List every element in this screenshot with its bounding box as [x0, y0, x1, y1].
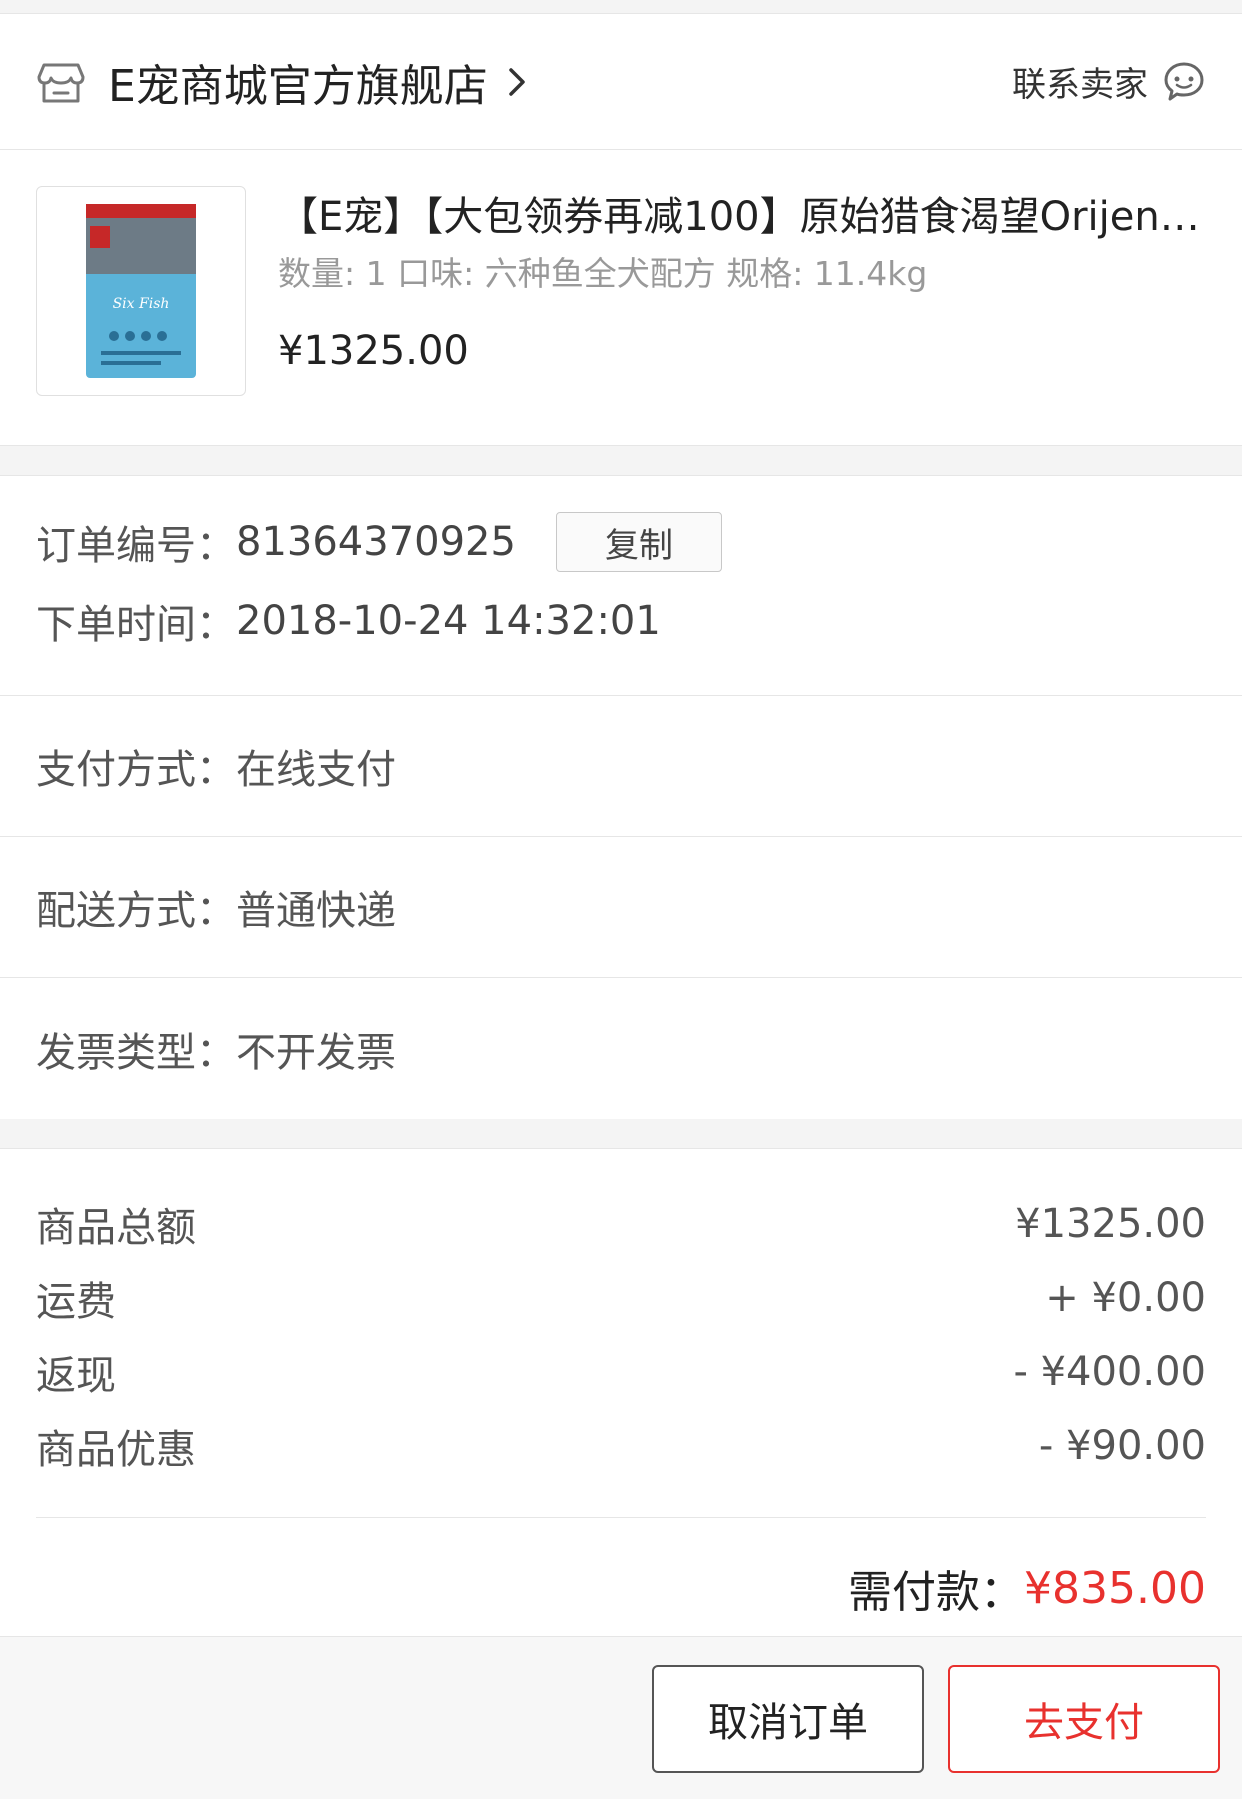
- order-time-row: 下单时间： 2018-10-24 14:32:01: [36, 592, 1206, 650]
- order-number: 81364370925: [236, 519, 516, 565]
- chat-icon[interactable]: [1162, 60, 1206, 104]
- summary-label: 商品总额: [36, 1205, 196, 1251]
- product-bag-label: Six Fish: [113, 296, 170, 312]
- order-card: E宠商城官方旗舰店 联系卖家 Six Fish 【E宠】【大包领券再减100】原…: [0, 14, 1242, 446]
- pay-button[interactable]: 去支付: [948, 1665, 1220, 1773]
- cancel-order-button[interactable]: 取消订单: [652, 1665, 924, 1773]
- product-item[interactable]: Six Fish 【E宠】【大包领券再减100】原始猎食渴望Orijen六种鱼全…: [0, 150, 1242, 446]
- order-meta: 订单编号： 81364370925 复制 下单时间： 2018-10-24 14…: [0, 476, 1242, 696]
- summary-label: 返现: [36, 1353, 116, 1399]
- order-number-row: 订单编号： 81364370925 复制: [36, 512, 1206, 572]
- invoice-type-value: 不开发票: [236, 1029, 396, 1076]
- payment-method-label: 支付方式：: [36, 747, 236, 793]
- delivery-method-label: 配送方式：: [36, 888, 236, 934]
- shop-icon: [37, 63, 85, 102]
- delivery-method-row: 配送方式： 普通快递: [0, 837, 1242, 978]
- product-info: 【E宠】【大包领券再减100】原始猎食渴望Orijen六种鱼全犬配方 数量: 1…: [278, 186, 1206, 409]
- price-summary: 商品总额 ¥1325.00 运费 + ¥0.00 返现 - ¥400.00 商品…: [0, 1149, 1242, 1658]
- summary-label: 商品优惠: [36, 1427, 196, 1473]
- summary-value: - ¥400.00: [1013, 1349, 1206, 1395]
- summary-row: 返现 - ¥400.00: [36, 1335, 1206, 1409]
- copy-button[interactable]: 复制: [555, 512, 722, 572]
- invoice-type-row: 发票类型： 不开发票: [0, 978, 1242, 1119]
- top-spacer: [0, 0, 1242, 14]
- order-time-label: 下单时间：: [36, 602, 236, 648]
- price-summary-card: 商品总额 ¥1325.00 运费 + ¥0.00 返现 - ¥400.00 商品…: [0, 1149, 1242, 1658]
- store-header[interactable]: E宠商城官方旗舰店 联系卖家: [0, 14, 1242, 150]
- product-title: 【E宠】【大包领券再减100】原始猎食渴望Orijen六种鱼全犬配方: [278, 194, 1206, 240]
- store-name[interactable]: E宠商城官方旗舰店: [108, 50, 488, 114]
- total-label: 需付款：: [848, 1567, 1025, 1618]
- chevron-right-icon: [509, 67, 525, 96]
- delivery-method-value: 普通快递: [236, 888, 396, 934]
- summary-row: 商品总额 ¥1325.00: [36, 1187, 1206, 1261]
- order-number-label: 订单编号：: [36, 523, 236, 569]
- summary-value: ¥1325.00: [1015, 1201, 1206, 1247]
- section-gap: [0, 446, 1242, 476]
- payment-method-value: 在线支付: [236, 747, 396, 793]
- invoice-type-label: 发票类型：: [36, 1029, 236, 1076]
- product-bag-image: Six Fish: [86, 204, 196, 378]
- bottom-action-bar: 取消订单 去支付: [0, 1636, 1242, 1799]
- summary-label: 运费: [36, 1279, 116, 1325]
- summary-value: - ¥90.00: [1038, 1423, 1206, 1469]
- product-price: ¥1325.00: [278, 328, 469, 374]
- total-amount: ¥835.00: [1024, 1562, 1206, 1614]
- summary-value: + ¥0.00: [1045, 1275, 1206, 1321]
- contact-seller-button[interactable]: 联系卖家: [1012, 57, 1148, 106]
- summary-row: 运费 + ¥0.00: [36, 1261, 1206, 1335]
- order-info-card: 订单编号： 81364370925 复制 下单时间： 2018-10-24 14…: [0, 476, 1242, 1119]
- product-thumbnail[interactable]: Six Fish: [36, 186, 246, 396]
- section-gap: [0, 1119, 1242, 1149]
- product-spec: 数量: 1 口味: 六种鱼全犬配方 规格: 11.4kg: [278, 254, 928, 293]
- payment-method-row: 支付方式： 在线支付: [0, 696, 1242, 837]
- summary-row: 商品优惠 - ¥90.00: [36, 1409, 1206, 1483]
- order-time: 2018-10-24 14:32:01: [236, 598, 661, 644]
